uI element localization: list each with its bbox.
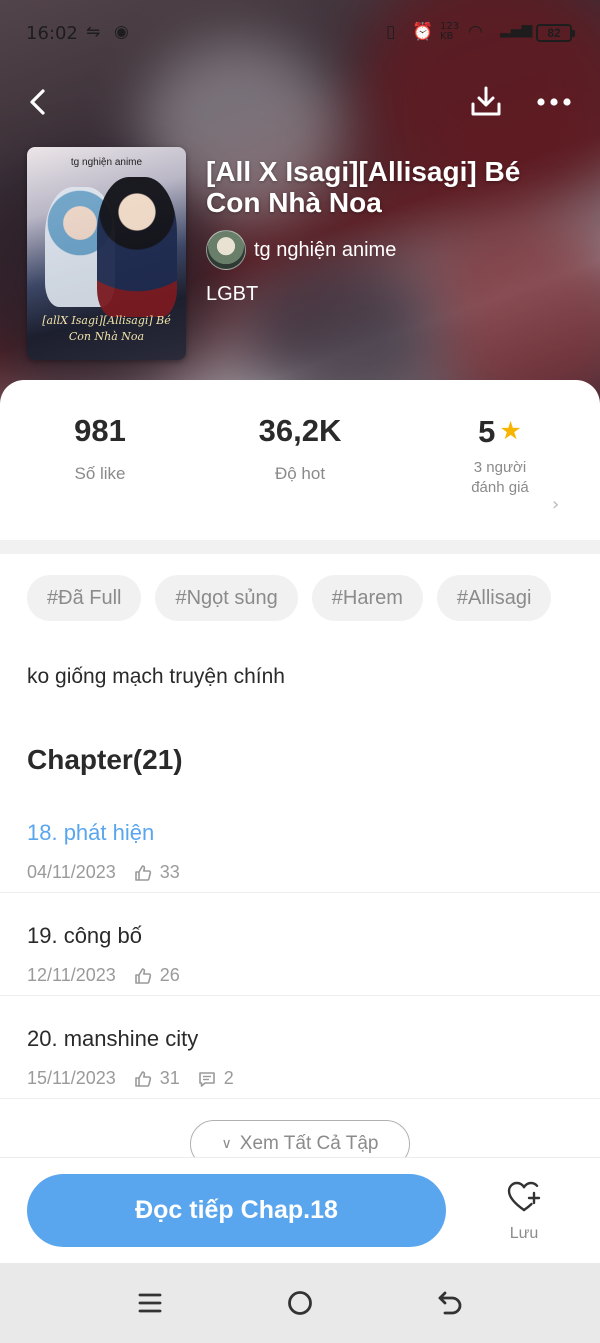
content-card: 981 Số like 36,2K Độ hot 5 ★ 3 người đánh… <box>0 380 600 1260</box>
home-circle-icon <box>288 1291 312 1315</box>
chevron-right-icon: › <box>552 494 560 515</box>
book-description: ko giống mạch truyện chính <box>27 665 285 688</box>
system-navigation-bar <box>0 1263 600 1343</box>
bottom-action-bar: Đọc tiếp Chap.18 Lưu <box>0 1157 600 1263</box>
more-dots-icon <box>537 98 571 106</box>
stat-rating[interactable]: 5 ★ 3 người đánh giá › <box>400 412 600 515</box>
globe-icon: ◉ <box>114 22 129 42</box>
author-link[interactable]: tg nghiện anime <box>206 230 396 270</box>
book-cover[interactable]: tg nghiện anime [allX Isagi][Allisagi] B… <box>27 147 186 360</box>
likes-label: Số like <box>74 464 126 483</box>
see-all-label: Xem Tất Cả Tập <box>239 1133 379 1154</box>
tag-item[interactable]: #Ngọt sủng <box>155 575 298 621</box>
cover-author-text: tg nghiện anime <box>70 157 143 168</box>
rating-count-label: 3 người <box>473 459 527 476</box>
system-back-button[interactable] <box>430 1283 470 1323</box>
back-arrow-icon <box>30 89 45 115</box>
author-avatar <box>206 230 246 270</box>
chapter-date: 04/11/2023 <box>27 862 116 882</box>
chapter-comments: 2 <box>223 1068 234 1088</box>
chapter-date: 12/11/2023 <box>27 965 116 985</box>
thumbs-up-icon <box>134 1070 152 1088</box>
tag-item[interactable]: #Đã Full <box>27 575 142 621</box>
heart-plus-icon <box>507 1181 541 1212</box>
stat-likes: 981 Số like <box>0 412 200 484</box>
genre-label[interactable]: LGBT <box>206 283 258 306</box>
status-time: 16:02 <box>26 23 78 44</box>
likes-count: 981 <box>74 413 126 448</box>
tag-item[interactable]: #Allisagi <box>436 575 552 621</box>
chapter-likes: 31 <box>159 1068 180 1088</box>
book-title: [All X Isagi][Allisagi] Bé Con Nhà Noa <box>206 156 521 218</box>
download-button[interactable] <box>462 78 510 126</box>
comment-icon <box>198 1070 216 1088</box>
save-button[interactable]: Lưu <box>494 1180 554 1250</box>
menu-icon <box>138 1293 162 1313</box>
status-bar: 16:02 ⇋ ◉ ▯ ⏰ 123 KB ◠ ▂▄▆ 82 <box>0 0 600 66</box>
save-label: Lưu <box>509 1225 539 1242</box>
star-icon: ★ <box>499 417 522 445</box>
rating-value: 5 <box>478 414 496 449</box>
hot-count: 36,2K <box>258 413 342 448</box>
chapter-date: 15/11/2023 <box>27 1068 116 1088</box>
download-icon <box>471 86 501 116</box>
chapter-list-header: Chapter(21) <box>27 744 183 775</box>
section-divider <box>0 540 600 554</box>
author-name: tg nghiện anime <box>254 238 397 261</box>
chapter-row[interactable]: 20. manshine city 15/11/2023 31 2 <box>0 996 600 1099</box>
cover-title-text: [allX Isagi][Allisagi] Bé Con Nhà Noa <box>42 314 171 343</box>
chapter-title: 18. phát hiện <box>27 820 155 845</box>
vibrate-icon: ▯ <box>386 22 396 42</box>
tag-list: #Đã Full #Ngọt sủng #Harem #Allisagi <box>27 575 552 621</box>
thumbs-up-icon <box>134 967 152 985</box>
more-options-button[interactable] <box>530 78 578 126</box>
data-speed-icon: 123 KB <box>440 21 460 42</box>
tag-item[interactable]: #Harem <box>311 575 423 621</box>
signal-icon: ▂▄▆ <box>500 22 533 38</box>
rating-label: đánh giá <box>471 479 529 496</box>
notification-icon: ⇋ <box>86 22 101 42</box>
chapter-likes: 33 <box>159 862 180 882</box>
battery-icon: 82 <box>536 24 575 42</box>
thumbs-up-icon <box>134 864 152 882</box>
chevron-down-icon: ∨ <box>221 1136 232 1152</box>
chapter-row[interactable]: 18. phát hiện 04/11/2023 33 <box>0 790 600 893</box>
stat-hot: 36,2K Độ hot <box>200 412 400 484</box>
chapter-title: 20. manshine city <box>27 1026 199 1051</box>
hot-label: Độ hot <box>274 464 326 483</box>
back-button[interactable] <box>14 78 62 126</box>
menu-button[interactable] <box>130 1283 170 1323</box>
alarm-icon: ⏰ <box>412 22 434 42</box>
back-return-icon <box>438 1291 462 1315</box>
home-button[interactable] <box>280 1283 320 1323</box>
chapter-title: 19. công bố <box>27 923 142 948</box>
hero-banner: 16:02 ⇋ ◉ ▯ ⏰ 123 KB ◠ ▂▄▆ 82 tg nghiện a… <box>0 0 600 420</box>
stats-row: 981 Số like 36,2K Độ hot 5 ★ 3 người đánh… <box>0 412 600 542</box>
continue-reading-button[interactable]: Đọc tiếp Chap.18 <box>27 1174 446 1247</box>
wifi-icon: ◠ <box>468 22 483 42</box>
chapter-row[interactable]: 19. công bố 12/11/2023 26 <box>0 893 600 996</box>
chapter-likes: 26 <box>159 965 180 985</box>
